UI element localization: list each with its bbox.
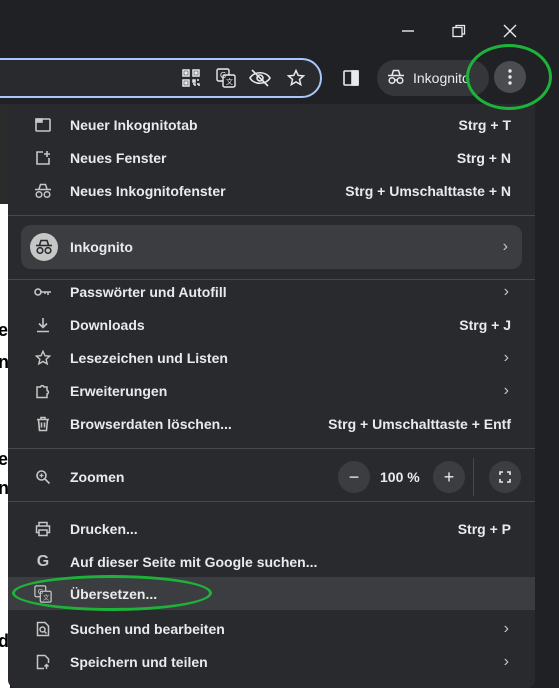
menu-item-zoom: Zoomen − 100 % + (8, 458, 535, 496)
menu-item-label: Passwörter und Autofill (70, 283, 227, 300)
menu-item-label: Browserdaten löschen... (70, 415, 232, 432)
puzzle-icon (33, 381, 53, 401)
incognito-icon (33, 181, 53, 201)
key-icon (33, 282, 53, 302)
chevron-right-icon: › (503, 381, 509, 399)
three-dots-icon (508, 69, 512, 85)
printer-icon (33, 519, 53, 539)
menu-item-shortcut: Strg + P (457, 520, 511, 537)
incognito-avatar-icon (30, 233, 58, 261)
menu-divider (8, 501, 535, 502)
minimize-icon[interactable] (391, 14, 425, 48)
incognito-chip-label: Inkognito (413, 70, 470, 86)
menu-item-find-edit[interactable]: Suchen und bearbeiten › (8, 612, 535, 645)
menu-item-translate[interactable]: G文 Übersetzen... (8, 577, 535, 610)
menu-item-label: Erweiterungen (70, 382, 168, 399)
menu-item-label: Neues Inkognitofenster (70, 182, 226, 199)
menu-item-profile-incognito[interactable]: Inkognito › (21, 225, 522, 269)
chevron-right-icon: › (502, 238, 508, 255)
eye-off-icon[interactable] (248, 66, 272, 90)
menu-button[interactable] (494, 61, 526, 93)
menu-item-shortcut: Strg + Umschalttaste + Entf (328, 415, 511, 432)
google-g-icon: G (36, 552, 50, 570)
menu-item-label: Speichern und teilen (70, 653, 208, 670)
menu-divider (8, 448, 535, 449)
menu-item-new-incognito-tab[interactable]: Neuer Inkognitotab Strg + T (8, 108, 535, 141)
menu-item-label: Downloads (70, 316, 145, 333)
chevron-right-icon: › (503, 282, 509, 300)
menu-item-google-search[interactable]: G Auf dieser Seite mit Google suchen... (8, 545, 535, 578)
fullscreen-button[interactable] (489, 461, 521, 493)
menu-item-label: Auf dieser Seite mit Google suchen... (70, 553, 318, 570)
address-bar[interactable] (0, 58, 322, 98)
translate-icon: G文 (33, 584, 53, 604)
menu-item-label: Drucken... (70, 520, 138, 537)
menu-item-shortcut: Strg + N (456, 149, 511, 166)
chevron-right-icon: › (503, 652, 509, 670)
svg-text:文: 文 (226, 77, 233, 86)
menu-item-bookmarks[interactable]: Lesezeichen und Listen › (8, 341, 535, 374)
menu-item-print[interactable]: Drucken... Strg + P (8, 512, 535, 545)
menu-item-passwords[interactable]: Passwörter und Autofill › (8, 275, 535, 308)
menu-item-new-incognito-window[interactable]: Neues Inkognitofenster Strg + Umschaltta… (8, 174, 535, 207)
star-icon (33, 348, 53, 368)
incognito-icon (387, 69, 405, 88)
zoom-in-button[interactable]: + (433, 461, 465, 493)
browser-toolbar: G文 Inkognito (0, 56, 559, 104)
menu-item-new-window[interactable]: Neues Fenster Strg + N (8, 141, 535, 174)
star-icon[interactable] (284, 66, 308, 90)
qr-code-icon[interactable] (179, 66, 203, 90)
menu-item-save-share[interactable]: Speichern und teilen › (8, 645, 535, 678)
chevron-right-icon: › (503, 348, 509, 366)
zoom-divider (473, 458, 474, 496)
svg-text:文: 文 (43, 592, 50, 601)
menu-item-label: Neuer Inkognitotab (70, 116, 198, 133)
menu-item-label: Suchen und bearbeiten (70, 620, 225, 637)
menu-item-extensions[interactable]: Erweiterungen › (8, 374, 535, 407)
menu-item-label: Inkognito (70, 239, 133, 255)
menu-item-label: Lesezeichen und Listen (70, 349, 228, 366)
menu-item-shortcut: Strg + Umschalttaste + N (345, 182, 511, 199)
menu-item-shortcut: Strg + J (459, 316, 511, 333)
save-share-icon (33, 652, 53, 672)
restore-icon[interactable] (442, 14, 476, 48)
zoom-out-button[interactable]: − (338, 461, 370, 493)
chevron-right-icon: › (503, 619, 509, 637)
close-icon[interactable] (493, 14, 527, 48)
menu-item-downloads[interactable]: Downloads Strg + J (8, 308, 535, 341)
side-panel-icon[interactable] (339, 66, 363, 90)
menu-item-label: Neues Fenster (70, 149, 167, 166)
menu-item-clear-browsing-data[interactable]: Browserdaten löschen... Strg + Umschaltt… (8, 407, 535, 440)
trash-icon (33, 414, 53, 434)
zoom-value: 100 % (380, 469, 420, 485)
menu-item-shortcut: Strg + T (458, 116, 511, 133)
find-page-icon (33, 619, 53, 639)
download-icon (33, 315, 53, 335)
fullscreen-icon (499, 471, 511, 483)
incognito-chip[interactable]: Inkognito (377, 60, 489, 96)
menu-divider (8, 215, 535, 216)
menu-item-label: Übersetzen... (70, 585, 158, 602)
chrome-main-menu: Neuer Inkognitotab Strg + T Neues Fenste… (8, 104, 535, 688)
new-window-icon (33, 148, 53, 168)
zoom-icon (33, 467, 53, 487)
translate-icon[interactable]: G文 (214, 66, 238, 90)
title-bar (0, 0, 559, 56)
zoom-label: Zoomen (70, 469, 125, 485)
new-tab-icon (33, 115, 53, 135)
